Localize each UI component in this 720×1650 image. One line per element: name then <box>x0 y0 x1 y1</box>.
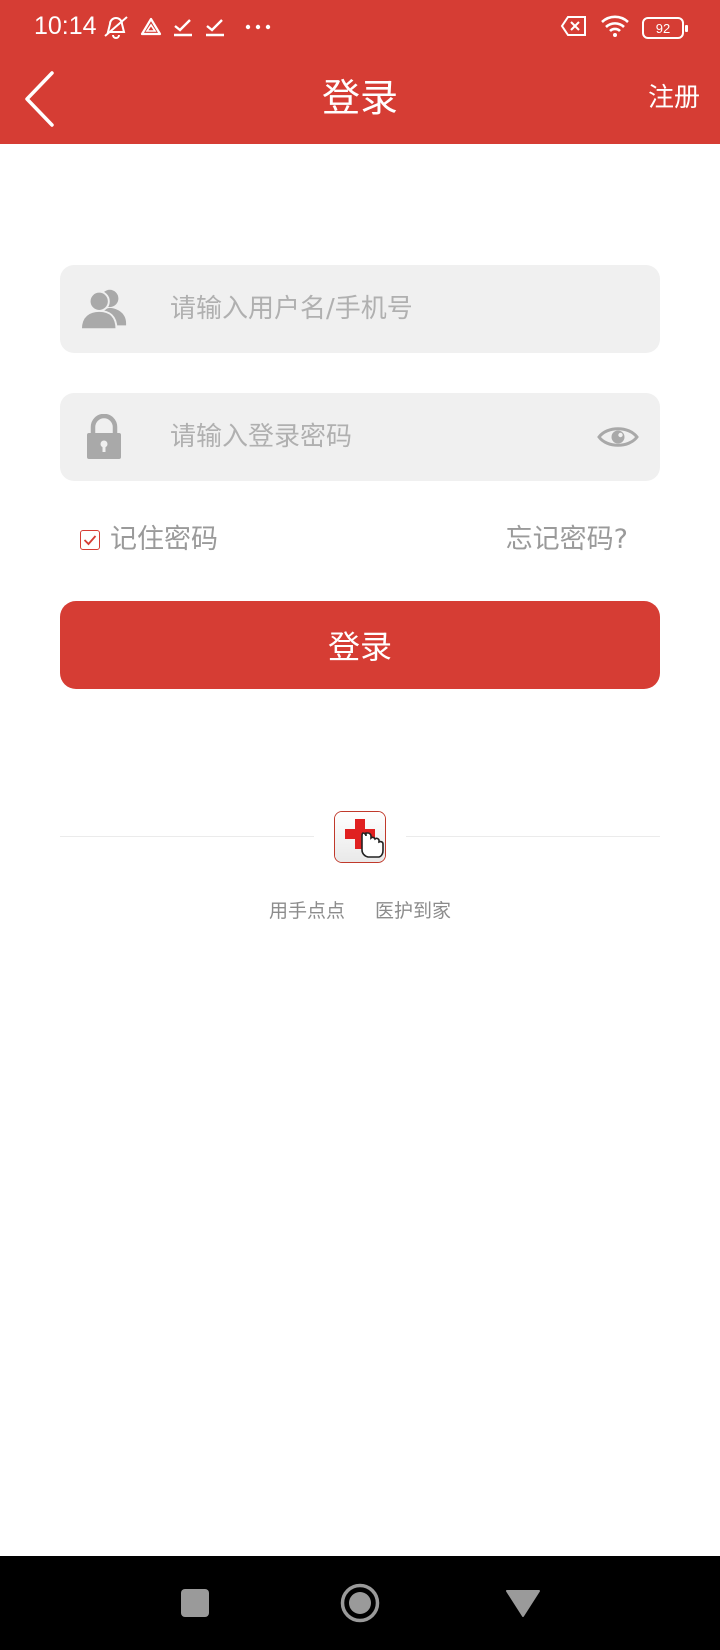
remember-row: 记住密码 忘记密码? <box>60 516 660 564</box>
remember-checkbox[interactable] <box>80 530 100 550</box>
battery-level: 92 <box>655 20 671 36</box>
home-button[interactable] <box>335 1578 385 1628</box>
slogan-left: 用手点点 <box>268 900 345 922</box>
status-bar: 10:14 92 <box>0 0 720 54</box>
divider-left <box>60 836 314 837</box>
check-icon <box>172 16 194 38</box>
username-input[interactable] <box>170 265 570 353</box>
divider-right <box>406 836 660 837</box>
register-button[interactable]: 注册 <box>648 78 700 118</box>
lock-icon <box>80 413 128 461</box>
slogan-right: 医护到家 <box>375 900 452 922</box>
back-nav-button[interactable] <box>498 1578 548 1628</box>
status-right-icons: 92 <box>560 14 688 42</box>
square-icon <box>181 1589 209 1617</box>
check-icon <box>204 16 226 38</box>
app-logo <box>334 811 386 863</box>
password-input[interactable] <box>170 393 570 481</box>
users-icon <box>80 285 128 333</box>
circle-icon <box>340 1583 380 1623</box>
sim-error-icon <box>560 15 588 41</box>
recents-button[interactable] <box>170 1578 220 1628</box>
drive-icon <box>140 16 162 38</box>
login-button[interactable]: 登录 <box>60 601 660 689</box>
page-title: 登录 <box>321 76 398 120</box>
status-time: 10:14 <box>34 12 97 40</box>
battery-icon: 92 <box>642 17 688 39</box>
triangle-back-icon <box>506 1590 540 1617</box>
wifi-icon <box>600 14 630 42</box>
remember-label[interactable]: 记住密码 <box>110 520 218 560</box>
mute-vibrate-icon <box>102 14 130 40</box>
forgot-password-link[interactable]: 忘记密码? <box>506 520 628 560</box>
show-password-button[interactable] <box>596 417 640 457</box>
eye-icon <box>597 427 639 447</box>
slogan: 用手点点 医护到家 <box>0 896 720 923</box>
username-field-container <box>60 265 660 353</box>
nav-bar: 登录 注册 <box>0 54 720 144</box>
checkmark-icon <box>83 535 97 546</box>
system-nav-bar <box>0 1556 720 1650</box>
more-dots-icon <box>244 22 272 32</box>
password-field-container <box>60 393 660 481</box>
status-left-icons <box>102 14 272 40</box>
